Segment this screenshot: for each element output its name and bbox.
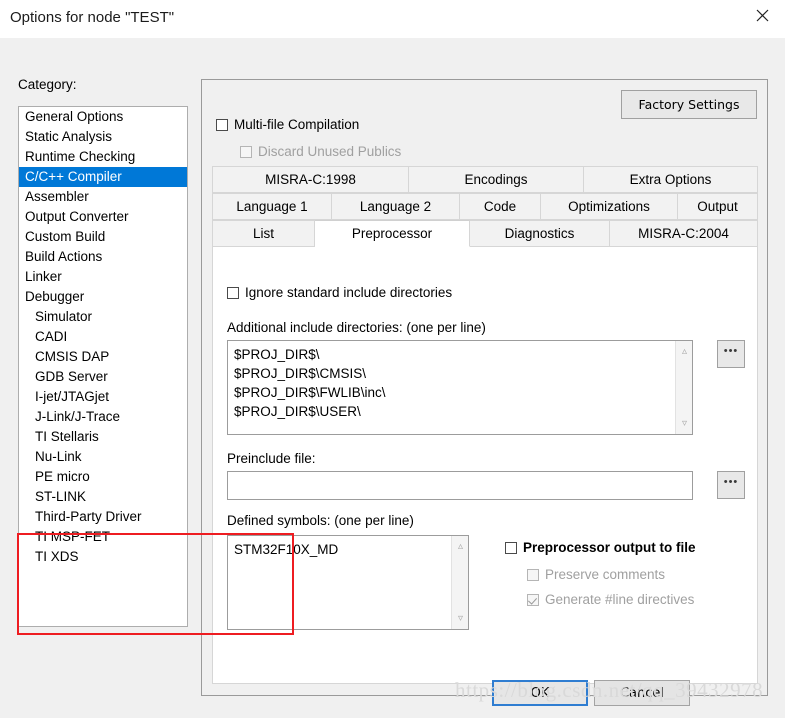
ignore-standard-include-directories-label: Ignore standard include directories	[245, 285, 452, 300]
chevron-up-icon[interactable]: ▵	[676, 343, 693, 360]
window-title: Options for node "TEST"	[10, 9, 174, 26]
preinclude-file-label: Preinclude file:	[227, 451, 316, 466]
dialog-body: Category: General OptionsStatic Analysis…	[0, 38, 785, 718]
sidebar-item-nu-link[interactable]: Nu-Link	[19, 447, 187, 467]
close-icon[interactable]	[739, 0, 785, 30]
preprocessor-output-to-file-checkbox[interactable]: Preprocessor output to file	[505, 540, 696, 555]
checkbox-box	[240, 146, 252, 158]
tab-optimizations[interactable]: Optimizations	[541, 193, 678, 220]
compiler-options-panel: Factory Settings Multi-file Compilation …	[201, 79, 768, 696]
preprocessor-output-to-file-label: Preprocessor output to file	[523, 540, 696, 555]
browse-include-directories-button[interactable]: •••	[717, 340, 745, 368]
defined-symbols-label: Defined symbols: (one per line)	[227, 513, 414, 528]
sidebar-item-general-options[interactable]: General Options	[19, 107, 187, 127]
multi-file-compilation-label: Multi-file Compilation	[234, 117, 359, 132]
additional-include-directories-value: $PROJ_DIR$\ $PROJ_DIR$\CMSIS\ $PROJ_DIR$…	[228, 341, 692, 425]
ignore-standard-include-directories-checkbox[interactable]: Ignore standard include directories	[227, 285, 452, 300]
tab-diagnostics[interactable]: Diagnostics	[470, 220, 610, 247]
preserve-comments-checkbox: Preserve comments	[527, 567, 665, 582]
tab-extra-options[interactable]: Extra Options	[584, 166, 758, 193]
checkbox-box	[527, 569, 539, 581]
generate-line-directives-checkbox: Generate #line directives	[527, 592, 694, 607]
defined-symbols-value: STM32F10X_MD	[228, 536, 468, 563]
tab-row-2: Language 1Language 2CodeOptimizationsOut…	[212, 193, 758, 220]
sidebar-item-ti-stellaris[interactable]: TI Stellaris	[19, 427, 187, 447]
chevron-down-icon[interactable]: ▿	[676, 415, 693, 432]
discard-unused-publics-label: Discard Unused Publics	[258, 144, 401, 159]
sidebar-item-c-c-compiler[interactable]: C/C++ Compiler	[19, 167, 187, 187]
sidebar-item-linker[interactable]: Linker	[19, 267, 187, 287]
sidebar-item-output-converter[interactable]: Output Converter	[19, 207, 187, 227]
sidebar-item-pe-micro[interactable]: PE micro	[19, 467, 187, 487]
sidebar-item-assembler[interactable]: Assembler	[19, 187, 187, 207]
sidebar-item-st-link[interactable]: ST-LINK	[19, 487, 187, 507]
generate-line-directives-label: Generate #line directives	[545, 592, 694, 607]
scrollbar-vertical[interactable]: ▵ ▿	[451, 536, 468, 629]
tab-output[interactable]: Output	[678, 193, 758, 220]
tab-preprocessor[interactable]: Preprocessor	[315, 220, 470, 247]
sidebar-item-cmsis-dap[interactable]: CMSIS DAP	[19, 347, 187, 367]
preserve-comments-label: Preserve comments	[545, 567, 665, 582]
defined-symbols-input[interactable]: STM32F10X_MD ▵ ▿	[227, 535, 469, 630]
category-list[interactable]: General OptionsStatic AnalysisRuntime Ch…	[18, 106, 188, 627]
checkbox-box	[505, 542, 517, 554]
preinclude-file-input[interactable]	[227, 471, 693, 500]
tab-misra-c-2004[interactable]: MISRA-C:2004	[610, 220, 758, 247]
checkbox-box	[227, 287, 239, 299]
sidebar-item-i-jet-jtagjet[interactable]: I-jet/JTAGjet	[19, 387, 187, 407]
sidebar-item-static-analysis[interactable]: Static Analysis	[19, 127, 187, 147]
tab-code[interactable]: Code	[460, 193, 541, 220]
tab-misra-c-1998[interactable]: MISRA-C:1998	[212, 166, 409, 193]
sidebar-item-j-link-j-trace[interactable]: J-Link/J-Trace	[19, 407, 187, 427]
tab-encodings[interactable]: Encodings	[409, 166, 584, 193]
watermark-text: https://blog.csdn.net/qq_39432978	[455, 678, 763, 703]
sidebar-item-ti-msp-fet[interactable]: TI MSP-FET	[19, 527, 187, 547]
additional-include-directories-input[interactable]: $PROJ_DIR$\ $PROJ_DIR$\CMSIS\ $PROJ_DIR$…	[227, 340, 693, 435]
tab-list[interactable]: List	[212, 220, 315, 247]
chevron-down-icon[interactable]: ▿	[452, 610, 469, 627]
tab-language-2[interactable]: Language 2	[332, 193, 460, 220]
checkbox-box	[527, 594, 539, 606]
factory-settings-button[interactable]: Factory Settings	[621, 90, 757, 119]
sidebar-item-runtime-checking[interactable]: Runtime Checking	[19, 147, 187, 167]
category-label: Category:	[18, 77, 77, 92]
sidebar-item-custom-build[interactable]: Custom Build	[19, 227, 187, 247]
additional-include-directories-label: Additional include directories: (one per…	[227, 320, 486, 335]
preinclude-file-value	[228, 472, 692, 480]
sidebar-item-gdb-server[interactable]: GDB Server	[19, 367, 187, 387]
sidebar-item-third-party-driver[interactable]: Third-Party Driver	[19, 507, 187, 527]
multi-file-compilation-checkbox[interactable]: Multi-file Compilation	[216, 117, 359, 132]
sidebar-item-ti-xds[interactable]: TI XDS	[19, 547, 187, 567]
chevron-up-icon[interactable]: ▵	[452, 538, 469, 555]
sidebar-item-simulator[interactable]: Simulator	[19, 307, 187, 327]
preprocessor-page: Ignore standard include directories Addi…	[212, 247, 758, 684]
discard-unused-publics-checkbox: Discard Unused Publics	[240, 144, 401, 159]
browse-preinclude-file-button[interactable]: •••	[717, 471, 745, 499]
sidebar-item-debugger[interactable]: Debugger	[19, 287, 187, 307]
tab-row-1: MISRA-C:1998EncodingsExtra Options	[212, 166, 758, 193]
title-bar: Options for node "TEST"	[0, 0, 785, 38]
tab-strip: MISRA-C:1998EncodingsExtra Options Langu…	[212, 166, 758, 247]
tab-row-3: ListPreprocessorDiagnosticsMISRA-C:2004	[212, 220, 758, 247]
scrollbar-vertical[interactable]: ▵ ▿	[675, 341, 692, 434]
sidebar-item-cadi[interactable]: CADI	[19, 327, 187, 347]
sidebar-item-build-actions[interactable]: Build Actions	[19, 247, 187, 267]
checkbox-box	[216, 119, 228, 131]
tab-language-1[interactable]: Language 1	[212, 193, 332, 220]
